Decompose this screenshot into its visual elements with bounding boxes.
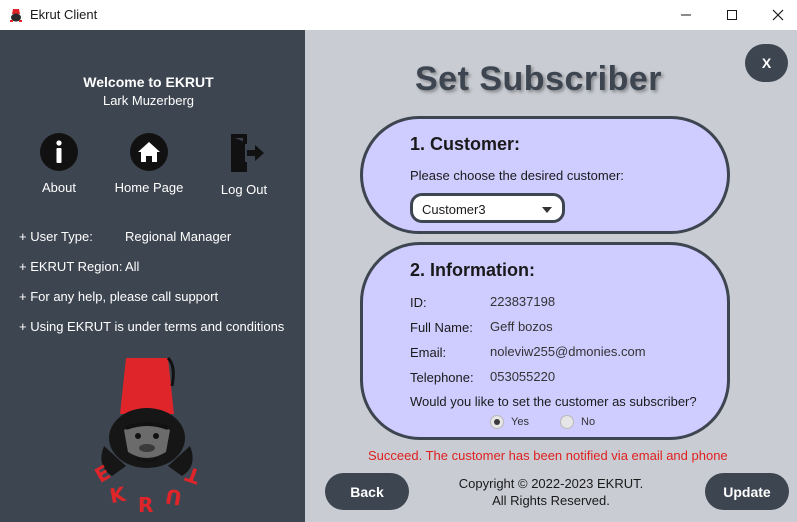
home-icon	[130, 133, 168, 171]
chevron-down-icon	[542, 207, 552, 213]
telephone-label: Telephone:	[410, 370, 474, 385]
about-button[interactable]: About	[19, 132, 99, 195]
information-section: 2. Information: ID: 223837198 Full Name:…	[360, 242, 730, 440]
copyright: Copyright © 2022-2023 EKRUT. All Rights …	[453, 475, 649, 509]
home-page-label: Home Page	[114, 180, 184, 195]
customer-select-value: Customer3	[422, 202, 486, 217]
customer-heading: 1. Customer:	[410, 134, 521, 154]
customer-select[interactable]: Customer3	[410, 193, 565, 223]
customer-section: 1. Customer: Please choose the desired c…	[360, 116, 730, 234]
home-page-button[interactable]: Home Page	[109, 132, 189, 195]
svg-text:K: K	[108, 482, 129, 509]
full-name-label: Full Name:	[410, 320, 473, 335]
copyright-line-1: Copyright © 2022-2023 EKRUT.	[458, 476, 644, 491]
welcome-heading: Welcome to EKRUT	[83, 74, 214, 90]
svg-text:U: U	[164, 484, 184, 510]
minimize-icon	[681, 14, 691, 16]
information-heading: 2. Information:	[410, 260, 535, 280]
about-label: About	[42, 180, 76, 195]
full-name-value: Geff bozos	[490, 319, 553, 334]
app-icon	[10, 9, 22, 22]
radio-no[interactable]: No	[560, 415, 595, 429]
radio-yes-label: Yes	[511, 416, 529, 428]
close-icon	[772, 9, 784, 21]
info-icon	[40, 133, 78, 171]
radio-no-indicator	[560, 415, 574, 429]
update-button[interactable]: Update	[705, 473, 789, 510]
title-bar: Ekrut Client	[0, 0, 797, 30]
radio-yes-indicator	[490, 415, 504, 429]
sidebar: Welcome to EKRUT Lark Muzerberg About Ho…	[0, 30, 305, 522]
minimize-button[interactable]	[663, 0, 709, 30]
region-label: + EKRUT Region:	[19, 259, 123, 274]
id-value: 223837198	[490, 294, 556, 309]
log-out-button[interactable]: Log Out	[204, 132, 284, 197]
user-type-label: + User Type:	[19, 229, 93, 244]
id-label: ID:	[410, 295, 427, 310]
email-label: Email:	[410, 345, 447, 360]
log-out-label: Log Out	[220, 182, 268, 197]
region-value: All	[125, 259, 140, 274]
subscriber-question: Would you like to set the customer as su…	[410, 394, 697, 409]
close-page-button[interactable]: X	[745, 44, 788, 82]
maximize-button[interactable]	[709, 0, 755, 30]
telephone-value: 053055220	[490, 369, 556, 384]
logout-icon	[231, 134, 264, 172]
terms-text: + Using EKRUT is under terms and conditi…	[19, 319, 285, 334]
success-message: Succeed. The customer has been notified …	[368, 448, 728, 463]
maximize-icon	[727, 10, 737, 20]
page-title: Set Subscriber	[415, 60, 662, 98]
window-title: Ekrut Client	[30, 7, 98, 22]
back-button[interactable]: Back	[325, 473, 409, 510]
ekrut-logo: E K R U T	[91, 356, 203, 516]
copyright-line-2: All Rights Reserved.	[492, 493, 610, 508]
radio-yes[interactable]: Yes	[490, 415, 529, 429]
radio-no-label: No	[581, 416, 596, 428]
window-close-button[interactable]	[755, 0, 797, 30]
svg-text:R: R	[138, 493, 153, 516]
main-panel: X Set Subscriber 1. Customer: Please cho…	[305, 30, 797, 522]
help-text: + For any help, please call support	[19, 289, 219, 304]
user-name: Lark Muzerberg	[102, 93, 195, 108]
email-value: noleviw255@dmonies.com	[490, 344, 646, 359]
customer-prompt: Please choose the desired customer:	[410, 168, 624, 183]
user-type-value: Regional Manager	[125, 229, 232, 244]
